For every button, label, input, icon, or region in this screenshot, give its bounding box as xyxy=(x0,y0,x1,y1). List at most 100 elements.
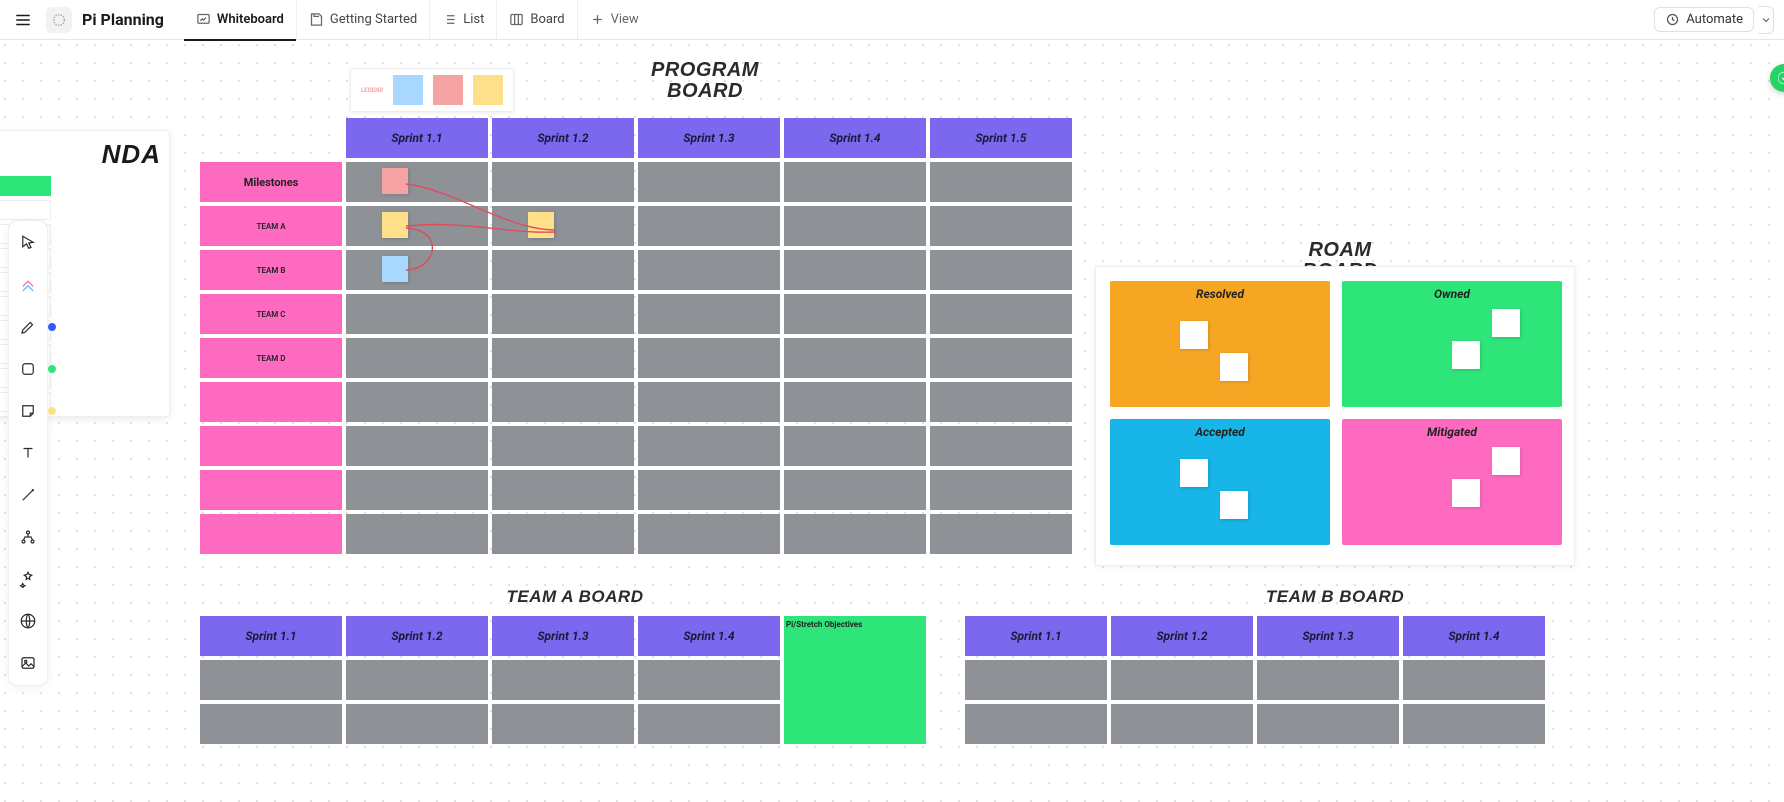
roam-note[interactable] xyxy=(1452,341,1480,369)
program-cell[interactable] xyxy=(492,382,634,422)
automate-caret[interactable] xyxy=(1758,6,1774,34)
team-a-objectives[interactable]: Pi/Stretch Objectives xyxy=(784,616,926,744)
team-a-cell[interactable] xyxy=(492,660,634,700)
program-cell[interactable] xyxy=(492,514,634,554)
program-cell[interactable] xyxy=(784,382,926,422)
roam-note[interactable] xyxy=(1452,479,1480,507)
team-a-cell[interactable] xyxy=(346,704,488,744)
team-a-cell[interactable] xyxy=(346,660,488,700)
sticky-note[interactable] xyxy=(528,212,554,238)
program-cell[interactable] xyxy=(784,162,926,202)
program-cell[interactable] xyxy=(346,250,488,290)
roam-board-card[interactable]: ResolvedOwnedAcceptedMitigated xyxy=(1095,266,1575,566)
program-cell[interactable] xyxy=(930,514,1072,554)
team-a-sprint-header[interactable]: Sprint 1.1 xyxy=(200,616,342,656)
roam-note[interactable] xyxy=(1492,447,1520,475)
program-cell[interactable] xyxy=(492,338,634,378)
team-a-sprint-header[interactable]: Sprint 1.3 xyxy=(492,616,634,656)
tool-org[interactable] xyxy=(14,523,42,551)
roam-mitigated[interactable]: Mitigated xyxy=(1342,419,1562,545)
menu-button[interactable] xyxy=(10,7,36,33)
program-cell[interactable] xyxy=(346,294,488,334)
team-b-cell[interactable] xyxy=(1111,660,1253,700)
roam-note[interactable] xyxy=(1220,353,1248,381)
tool-web[interactable] xyxy=(14,607,42,635)
roam-owned[interactable]: Owned xyxy=(1342,281,1562,407)
sticky-note[interactable] xyxy=(382,168,408,194)
program-row-header[interactable]: TEAM C xyxy=(200,294,342,334)
program-cell[interactable] xyxy=(492,294,634,334)
program-cell[interactable] xyxy=(346,338,488,378)
program-cell[interactable] xyxy=(492,470,634,510)
tool-magic[interactable] xyxy=(14,565,42,593)
roam-note[interactable] xyxy=(1492,309,1520,337)
program-cell[interactable] xyxy=(346,514,488,554)
team-b-cell[interactable] xyxy=(1257,704,1399,744)
roam-note[interactable] xyxy=(1180,321,1208,349)
team-b-sprint-header[interactable]: Sprint 1.3 xyxy=(1257,616,1399,656)
program-cell[interactable] xyxy=(638,470,780,510)
program-cell[interactable] xyxy=(784,206,926,246)
program-cell[interactable] xyxy=(638,250,780,290)
program-row-header[interactable] xyxy=(200,426,342,466)
team-a-cell[interactable] xyxy=(492,704,634,744)
program-row-header[interactable]: TEAM A xyxy=(200,206,342,246)
program-cell[interactable] xyxy=(930,382,1072,422)
legend-box[interactable]: LEGEND xyxy=(350,68,514,112)
tab-add-view[interactable]: View xyxy=(578,0,651,40)
program-cell[interactable] xyxy=(638,382,780,422)
program-cell[interactable] xyxy=(930,470,1072,510)
program-row-header[interactable]: TEAM D xyxy=(200,338,342,378)
program-row-header[interactable]: Milestones xyxy=(200,162,342,202)
canvas-viewport[interactable]: NDA PROGRAM BOARD LEGEND xyxy=(0,40,1784,802)
tool-shape[interactable] xyxy=(14,355,42,383)
program-cell[interactable] xyxy=(492,250,634,290)
program-cell[interactable] xyxy=(784,470,926,510)
program-cell[interactable] xyxy=(930,250,1072,290)
program-sprint-header[interactable]: Sprint 1.4 xyxy=(784,118,926,158)
team-b-cell[interactable] xyxy=(1403,704,1545,744)
program-cell[interactable] xyxy=(784,426,926,466)
team-b-cell[interactable] xyxy=(965,660,1107,700)
tool-sticky[interactable] xyxy=(14,397,42,425)
program-board-grid[interactable]: Sprint 1.1Sprint 1.2Sprint 1.3Sprint 1.4… xyxy=(200,118,1072,554)
team-b-cell[interactable] xyxy=(965,704,1107,744)
program-cell[interactable] xyxy=(784,514,926,554)
program-sprint-header[interactable]: Sprint 1.5 xyxy=(930,118,1072,158)
program-cell[interactable] xyxy=(930,294,1072,334)
program-cell[interactable] xyxy=(638,162,780,202)
tool-image[interactable] xyxy=(14,649,42,677)
program-cell[interactable] xyxy=(346,470,488,510)
program-cell[interactable] xyxy=(492,426,634,466)
team-b-cell[interactable] xyxy=(1111,704,1253,744)
team-a-sprint-header[interactable]: Sprint 1.2 xyxy=(346,616,488,656)
program-sprint-header[interactable]: Sprint 1.1 xyxy=(346,118,488,158)
program-cell[interactable] xyxy=(346,382,488,422)
program-row-header[interactable]: TEAM B xyxy=(200,250,342,290)
agenda-cell[interactable] xyxy=(0,200,51,220)
team-b-cell[interactable] xyxy=(1403,660,1545,700)
tool-cursor[interactable] xyxy=(14,229,42,257)
team-b-cell[interactable] xyxy=(1257,660,1399,700)
sticky-note[interactable] xyxy=(382,256,408,282)
program-cell[interactable] xyxy=(638,426,780,466)
tool-pen[interactable] xyxy=(14,313,42,341)
tab-getting-started[interactable]: Getting Started xyxy=(297,0,430,40)
team-a-cell[interactable] xyxy=(638,704,780,744)
tab-list[interactable]: List xyxy=(430,0,497,40)
program-cell[interactable] xyxy=(638,514,780,554)
program-cell[interactable] xyxy=(784,338,926,378)
program-cell[interactable] xyxy=(930,162,1072,202)
team-a-cell[interactable] xyxy=(200,704,342,744)
sticky-note[interactable] xyxy=(382,212,408,238)
program-row-header[interactable] xyxy=(200,514,342,554)
tab-board[interactable]: Board xyxy=(497,0,577,40)
team-b-sprint-header[interactable]: Sprint 1.2 xyxy=(1111,616,1253,656)
program-row-header[interactable] xyxy=(200,470,342,510)
agenda-header-cell[interactable] xyxy=(0,176,51,196)
program-sprint-header[interactable]: Sprint 1.3 xyxy=(638,118,780,158)
program-cell[interactable] xyxy=(346,206,488,246)
program-cell[interactable] xyxy=(930,426,1072,466)
program-cell[interactable] xyxy=(784,250,926,290)
canvas[interactable]: NDA PROGRAM BOARD LEGEND xyxy=(0,40,1784,802)
